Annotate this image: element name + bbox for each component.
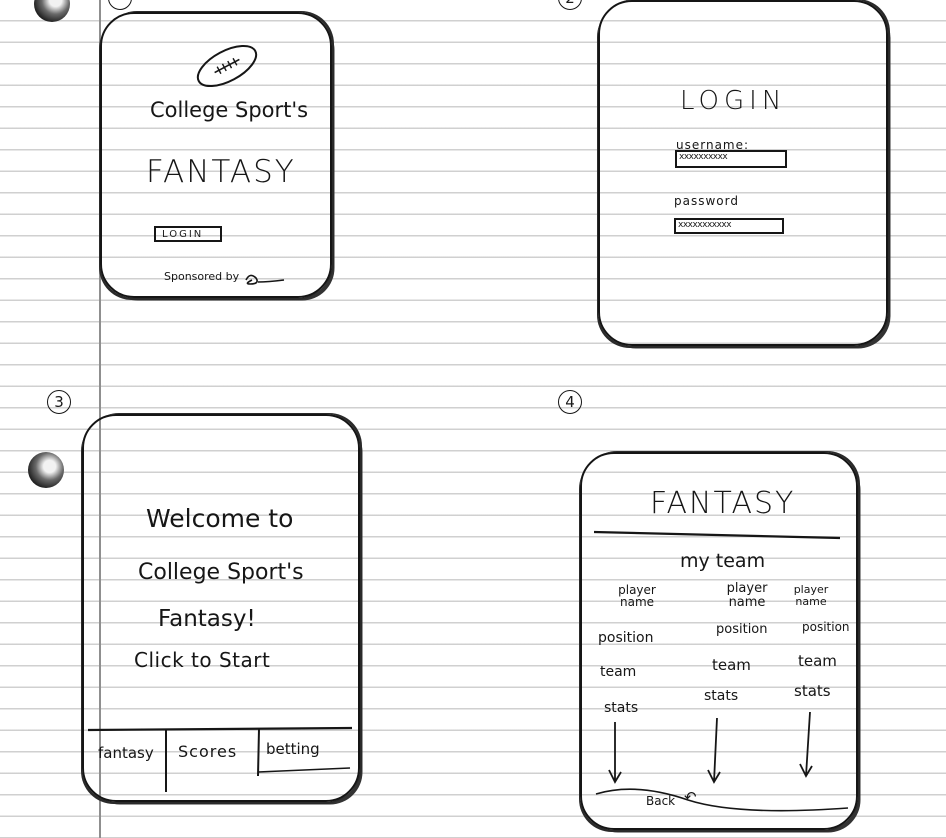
- back-button[interactable]: Back: [646, 794, 675, 808]
- scroll-down-arrows: [608, 711, 813, 784]
- back-arrow-icon[interactable]: ↶: [684, 788, 697, 806]
